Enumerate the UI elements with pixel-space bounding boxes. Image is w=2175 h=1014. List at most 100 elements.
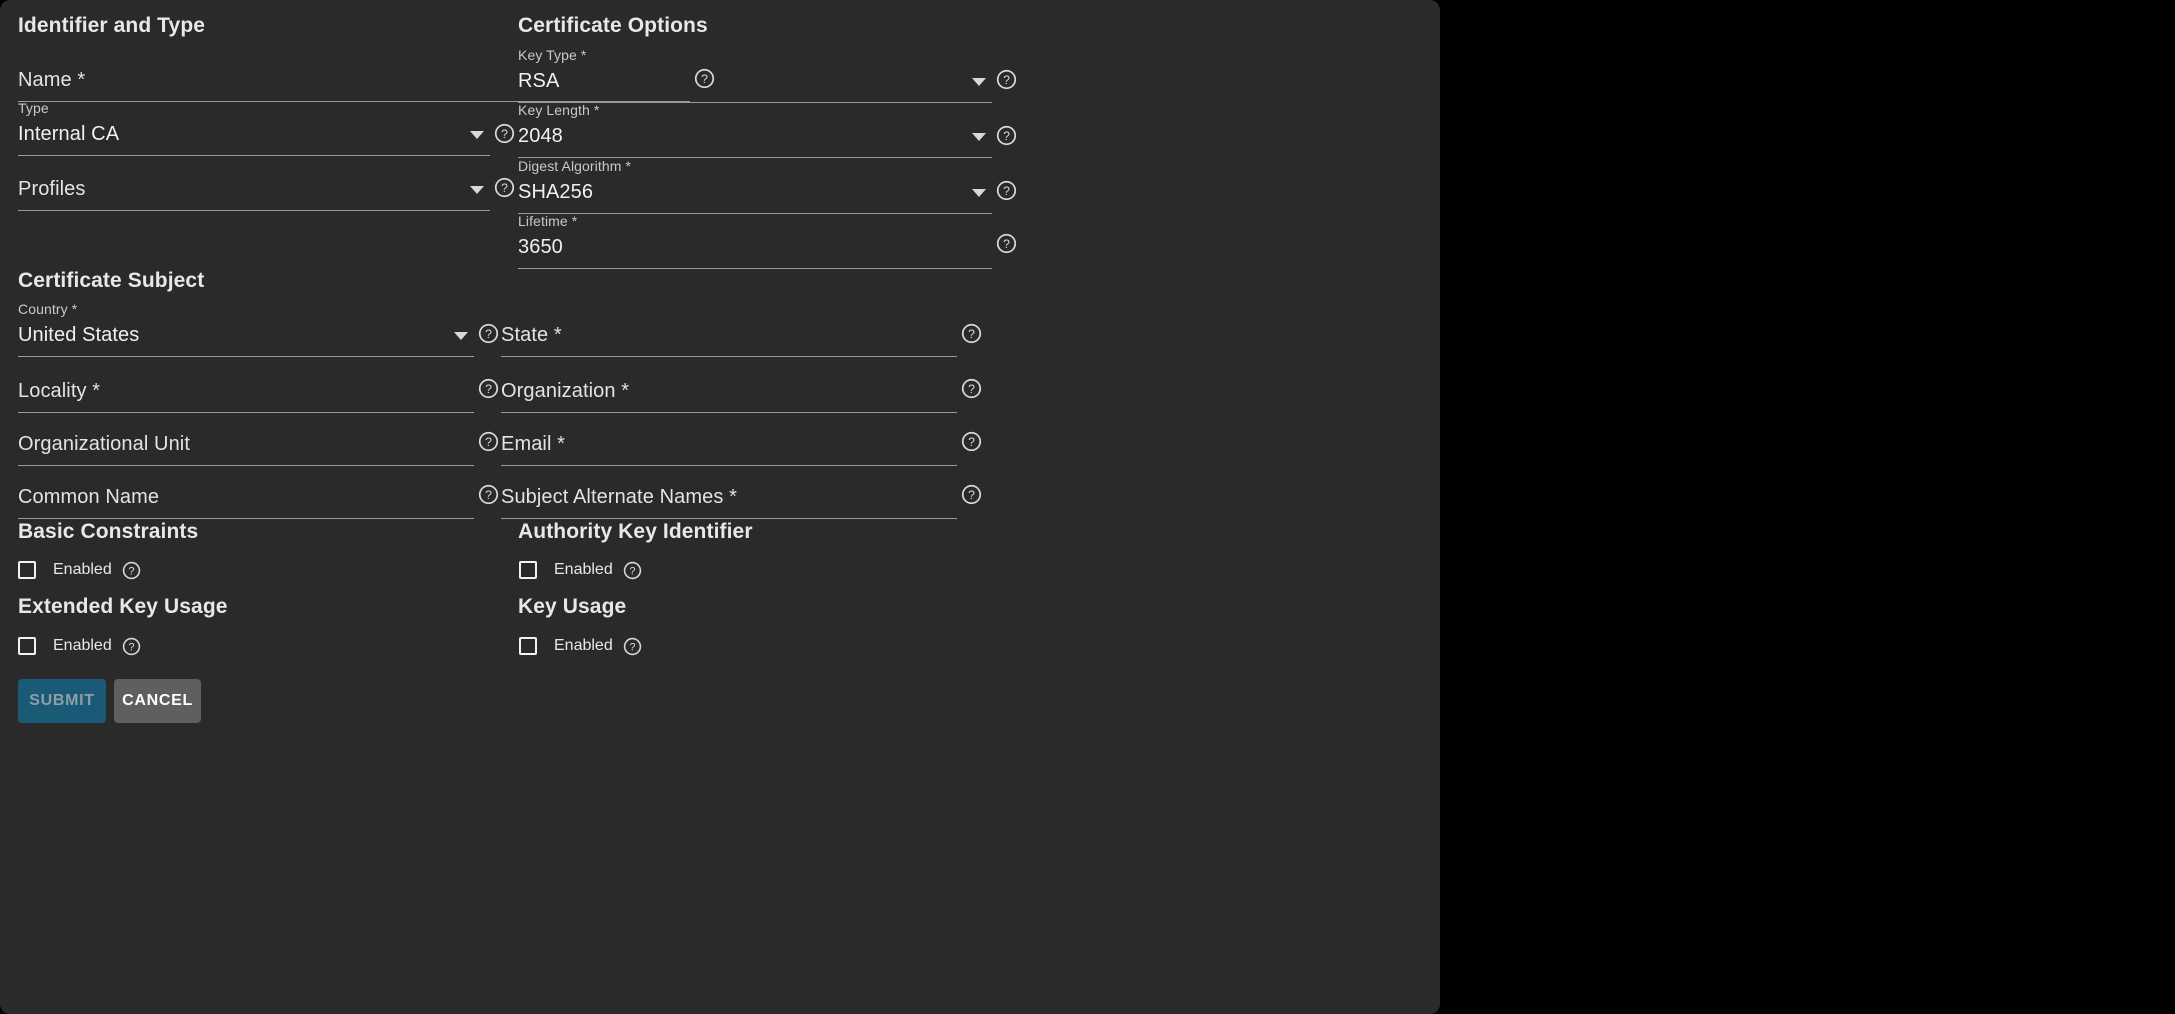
svg-text:?: ? bbox=[629, 641, 635, 653]
chevron-down-icon-key-length[interactable] bbox=[972, 133, 986, 141]
field-type-label: Type bbox=[18, 100, 49, 116]
svg-text:?: ? bbox=[485, 488, 492, 502]
field-email-label: Email * bbox=[501, 433, 566, 455]
checkbox-icon-extended-key-usage[interactable] bbox=[18, 637, 36, 655]
help-circle-icon-type[interactable]: ? bbox=[494, 123, 515, 144]
field-state-label: State * bbox=[501, 324, 562, 346]
svg-text:?: ? bbox=[1003, 129, 1010, 143]
chevron-down-icon-profiles[interactable] bbox=[470, 186, 484, 194]
field-country[interactable]: Country * United States bbox=[18, 301, 474, 357]
help-circle-icon-organization[interactable]: ? bbox=[961, 378, 982, 399]
field-common-name[interactable]: Common Name bbox=[18, 463, 474, 519]
help-circle-icon-country[interactable]: ? bbox=[478, 323, 499, 344]
field-digest-algorithm-value: SHA256 bbox=[518, 181, 594, 203]
section-title-identifier-and-type: Identifier and Type bbox=[18, 14, 206, 37]
svg-text:?: ? bbox=[128, 565, 134, 577]
field-digest-algorithm[interactable]: Digest Algorithm * SHA256 bbox=[518, 158, 992, 214]
field-key-type[interactable]: Key Type * RSA bbox=[518, 47, 992, 103]
help-circle-icon-locality[interactable]: ? bbox=[478, 378, 499, 399]
checkbox-label-extended-key-usage: Enabled bbox=[53, 637, 112, 654]
svg-text:?: ? bbox=[968, 488, 975, 502]
field-state[interactable]: State * bbox=[501, 301, 957, 357]
svg-text:?: ? bbox=[485, 382, 492, 396]
chevron-down-icon-type[interactable] bbox=[470, 131, 484, 139]
svg-text:?: ? bbox=[485, 327, 492, 341]
certificate-form-panel: Identifier and Type Name * ? Type Intern… bbox=[0, 0, 1440, 1014]
help-circle-icon-common-name[interactable]: ? bbox=[478, 484, 499, 505]
svg-text:?: ? bbox=[501, 181, 508, 195]
section-title-authority-key-identifier: Authority Key Identifier bbox=[518, 520, 753, 543]
field-lifetime-label: Lifetime * bbox=[518, 213, 578, 229]
checkbox-row-basic-constraints-enabled[interactable]: Enabled ? bbox=[18, 558, 141, 582]
svg-text:?: ? bbox=[968, 435, 975, 449]
field-key-length-value: 2048 bbox=[518, 125, 563, 147]
field-country-value: United States bbox=[18, 324, 140, 346]
field-profiles-underline bbox=[18, 210, 490, 211]
field-organization-label: Organization * bbox=[501, 380, 630, 402]
svg-text:?: ? bbox=[501, 127, 508, 141]
field-key-length[interactable]: Key Length * 2048 bbox=[518, 102, 992, 158]
svg-text:?: ? bbox=[1003, 184, 1010, 198]
checkbox-label-key-usage: Enabled bbox=[554, 637, 613, 654]
section-title-basic-constraints: Basic Constraints bbox=[18, 520, 199, 543]
svg-text:?: ? bbox=[1003, 73, 1010, 87]
help-circle-icon-key-type[interactable]: ? bbox=[996, 69, 1017, 90]
field-profiles-label: Profiles bbox=[18, 178, 86, 200]
help-circle-icon-state[interactable]: ? bbox=[961, 323, 982, 344]
field-key-type-value: RSA bbox=[518, 70, 560, 92]
field-country-label: Country * bbox=[18, 301, 78, 317]
svg-text:?: ? bbox=[128, 641, 134, 653]
svg-text:?: ? bbox=[485, 435, 492, 449]
checkbox-label-basic-constraints: Enabled bbox=[53, 561, 112, 578]
svg-text:?: ? bbox=[968, 382, 975, 396]
field-key-type-label: Key Type * bbox=[518, 47, 587, 63]
help-circle-icon-subject-alternate-names[interactable]: ? bbox=[961, 484, 982, 505]
help-circle-icon-basic-constraints[interactable]: ? bbox=[122, 561, 141, 580]
help-circle-icon-key-usage[interactable]: ? bbox=[623, 637, 642, 656]
field-profiles[interactable]: Profiles bbox=[18, 155, 490, 211]
field-lifetime[interactable]: Lifetime * 3650 bbox=[518, 213, 992, 269]
field-email[interactable]: Email * bbox=[501, 410, 957, 466]
checkbox-icon-authority-key-identifier[interactable] bbox=[519, 561, 537, 579]
chevron-down-icon-country[interactable] bbox=[454, 332, 468, 340]
help-circle-icon-digest-algorithm[interactable]: ? bbox=[996, 180, 1017, 201]
field-common-name-underline bbox=[18, 518, 474, 519]
svg-text:?: ? bbox=[629, 565, 635, 577]
field-lifetime-value: 3650 bbox=[518, 236, 563, 258]
svg-text:?: ? bbox=[968, 327, 975, 341]
field-type-value: Internal CA bbox=[18, 123, 120, 145]
help-circle-icon-organizational-unit[interactable]: ? bbox=[478, 431, 499, 452]
help-circle-icon-authority-key-identifier[interactable]: ? bbox=[623, 561, 642, 580]
cancel-button[interactable]: CANCEL bbox=[114, 679, 201, 723]
checkbox-label-authority-key-identifier: Enabled bbox=[554, 561, 613, 578]
field-subject-alternate-names[interactable]: Subject Alternate Names * bbox=[501, 463, 957, 519]
help-circle-icon-extended-key-usage[interactable]: ? bbox=[122, 637, 141, 656]
field-type[interactable]: Type Internal CA bbox=[18, 100, 490, 156]
field-organizational-unit-label: Organizational Unit bbox=[18, 433, 190, 455]
field-organizational-unit[interactable]: Organizational Unit bbox=[18, 410, 474, 466]
help-circle-icon-email[interactable]: ? bbox=[961, 431, 982, 452]
section-title-certificate-subject: Certificate Subject bbox=[18, 269, 205, 292]
field-key-length-label: Key Length * bbox=[518, 102, 600, 118]
help-circle-icon-key-length[interactable]: ? bbox=[996, 125, 1017, 146]
checkbox-icon-basic-constraints[interactable] bbox=[18, 561, 36, 579]
submit-button[interactable]: SUBMIT bbox=[18, 679, 106, 723]
field-subject-alternate-names-underline bbox=[501, 518, 957, 519]
checkbox-row-authority-key-identifier-enabled[interactable]: Enabled ? bbox=[519, 558, 642, 582]
checkbox-row-key-usage-enabled[interactable]: Enabled ? bbox=[519, 634, 642, 658]
field-common-name-label: Common Name bbox=[18, 486, 160, 508]
help-circle-icon-lifetime[interactable]: ? bbox=[996, 233, 1017, 254]
field-subject-alternate-names-label: Subject Alternate Names * bbox=[501, 486, 737, 508]
help-circle-icon-profiles[interactable]: ? bbox=[494, 177, 515, 198]
checkbox-row-extended-key-usage-enabled[interactable]: Enabled ? bbox=[18, 634, 141, 658]
field-locality[interactable]: Locality * bbox=[18, 357, 474, 413]
chevron-down-icon-key-type[interactable] bbox=[972, 78, 986, 86]
field-name-label: Name * bbox=[18, 69, 86, 91]
svg-text:?: ? bbox=[1003, 237, 1010, 251]
field-locality-label: Locality * bbox=[18, 380, 101, 402]
chevron-down-icon-digest-algorithm[interactable] bbox=[972, 189, 986, 197]
section-title-extended-key-usage: Extended Key Usage bbox=[18, 595, 228, 618]
section-title-key-usage: Key Usage bbox=[518, 595, 627, 618]
field-organization[interactable]: Organization * bbox=[501, 357, 957, 413]
checkbox-icon-key-usage[interactable] bbox=[519, 637, 537, 655]
